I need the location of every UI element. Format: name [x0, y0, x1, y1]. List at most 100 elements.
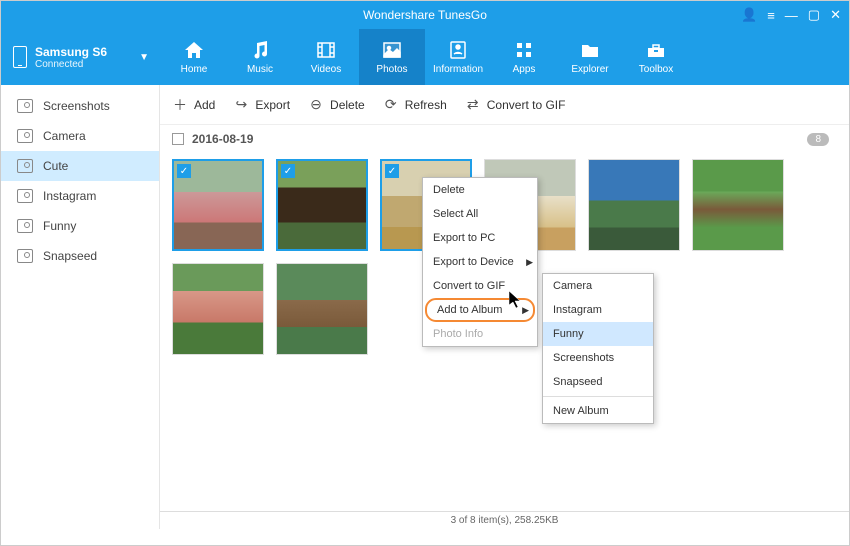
user-icon[interactable]: 👤: [741, 7, 757, 23]
nav-explorer[interactable]: Explorer: [557, 29, 623, 85]
minimize-icon[interactable]: —: [785, 8, 798, 23]
thumbnail[interactable]: [276, 263, 368, 355]
submenu-item-camera[interactable]: Camera: [543, 274, 653, 298]
convert-icon: ⇄: [465, 97, 481, 113]
date-checkbox[interactable]: [172, 133, 184, 145]
sidebar-item-funny[interactable]: Funny: [1, 211, 159, 241]
info-icon: [447, 40, 469, 60]
menu-item-export-to-pc[interactable]: Export to PC: [423, 226, 537, 250]
sidebar-item-cute[interactable]: Cute: [1, 151, 159, 181]
nav-label: Apps: [513, 64, 536, 75]
nav-music[interactable]: Music: [227, 29, 293, 85]
explorer-icon: [579, 40, 601, 60]
thumbnail-image: [277, 264, 367, 354]
thumbnail[interactable]: [692, 159, 784, 251]
close-icon[interactable]: ✕: [830, 7, 841, 23]
maximize-icon[interactable]: ▢: [808, 7, 820, 23]
sidebar-label: Snapseed: [43, 249, 97, 263]
refresh-icon: ⟳: [383, 97, 399, 113]
thumbnail[interactable]: ✓: [172, 159, 264, 251]
nav-label: Toolbox: [639, 64, 673, 75]
check-icon: ✓: [177, 164, 191, 178]
sidebar-item-snapseed[interactable]: Snapseed: [1, 241, 159, 271]
nav-videos[interactable]: Videos: [293, 29, 359, 85]
menu-icon[interactable]: ≡: [767, 8, 775, 23]
date-text: 2016-08-19: [192, 132, 253, 146]
device-selector[interactable]: Samsung S6 Connected ▼: [1, 29, 161, 85]
thumbnail[interactable]: [172, 263, 264, 355]
refresh-button[interactable]: ⟳Refresh: [383, 97, 447, 113]
submenu-item-instagram[interactable]: Instagram: [543, 298, 653, 322]
check-icon: ✓: [385, 164, 399, 178]
camera-icon: [17, 99, 33, 113]
menu-item-convert-to-gif[interactable]: Convert to GIF: [423, 274, 537, 298]
add-button[interactable]: ＋Add: [172, 97, 215, 113]
toolbar: ＋Add ↪Export ⊖Delete ⟳Refresh ⇄Convert t…: [160, 85, 849, 125]
nav-info[interactable]: Information: [425, 29, 491, 85]
export-icon: ↪: [233, 97, 249, 113]
convert-button[interactable]: ⇄Convert to GIF: [465, 97, 566, 113]
thumbnail[interactable]: [588, 159, 680, 251]
thumbnail-image: [173, 264, 263, 354]
plus-icon: ＋: [172, 97, 188, 113]
device-text: Samsung S6 Connected: [35, 45, 131, 70]
menu-item-select-all[interactable]: Select All: [423, 202, 537, 226]
titlebar: Wondershare TunesGo 👤 ≡ — ▢ ✕: [1, 1, 849, 29]
date-count-badge: 8: [807, 133, 829, 146]
menu-item-delete[interactable]: Delete: [423, 178, 537, 202]
photos-icon: [381, 40, 403, 60]
nav-label: Photos: [376, 64, 407, 75]
nav-apps[interactable]: Apps: [491, 29, 557, 85]
submenu-item-snapseed[interactable]: Snapseed: [543, 370, 653, 394]
phone-icon: [13, 46, 27, 68]
menu-separator: [543, 396, 653, 397]
submenu-item-new-album[interactable]: New Album: [543, 399, 653, 423]
thumbnail-image: [589, 160, 679, 250]
thumbnail-grid: ✓ ✓ ✓ DeleteSelect AllExport to PCExport to…: [160, 153, 849, 511]
context-menu[interactable]: DeleteSelect AllExport to PCExport to De…: [422, 177, 538, 347]
submenu-arrow-icon: ▶: [526, 257, 533, 268]
submenu[interactable]: CameraInstagramFunnyScreenshotsSnapseed N…: [542, 273, 654, 424]
date-header: 2016-08-19 8: [160, 125, 849, 153]
sidebar-item-instagram[interactable]: Instagram: [1, 181, 159, 211]
sidebar-item-camera[interactable]: Camera: [1, 121, 159, 151]
thumbnail[interactable]: ✓: [276, 159, 368, 251]
device-name: Samsung S6: [35, 45, 131, 59]
nav-label: Music: [247, 64, 273, 75]
app-title: Wondershare TunesGo: [363, 8, 487, 22]
menu-item-export-to-device[interactable]: Export to Device▶: [423, 250, 537, 274]
toolbox-icon: [645, 40, 667, 60]
menu-item-add-to-album[interactable]: Add to Album▶: [425, 298, 535, 322]
export-button[interactable]: ↪Export: [233, 97, 290, 113]
sidebar-label: Camera: [43, 129, 86, 143]
apps-icon: [513, 40, 535, 60]
videos-icon: [315, 40, 337, 60]
menu-item-photo-info: Photo Info: [423, 322, 537, 346]
home-icon: [183, 40, 205, 60]
chevron-down-icon: ▼: [139, 52, 149, 63]
sidebar-label: Instagram: [43, 189, 96, 203]
nav-label: Information: [433, 64, 483, 75]
sidebar-label: Funny: [43, 219, 76, 233]
window-controls: 👤 ≡ — ▢ ✕: [741, 1, 841, 29]
sidebar: Screenshots Camera Cute Instagram Funny Snaps…: [1, 85, 160, 529]
statusbar: 3 of 8 item(s), 258.25KB: [160, 511, 849, 529]
delete-button[interactable]: ⊖Delete: [308, 97, 365, 113]
music-icon: [249, 40, 271, 60]
thumbnail-image: [693, 160, 783, 250]
nav-home[interactable]: Home: [161, 29, 227, 85]
navbar: Home Music Videos Photos Information Apps Expl…: [161, 29, 849, 85]
sidebar-item-screenshots[interactable]: Screenshots: [1, 91, 159, 121]
header: Samsung S6 Connected ▼ Home Music Videos Ph…: [1, 29, 849, 85]
submenu-item-funny[interactable]: Funny: [543, 322, 653, 346]
camera-icon: [17, 189, 33, 203]
camera-icon: [17, 159, 33, 173]
sidebar-label: Cute: [43, 159, 68, 173]
submenu-item-screenshots[interactable]: Screenshots: [543, 346, 653, 370]
nav-toolbox[interactable]: Toolbox: [623, 29, 689, 85]
status-text: 3 of 8 item(s), 258.25KB: [451, 515, 559, 526]
nav-photos[interactable]: Photos: [359, 29, 425, 85]
nav-label: Videos: [311, 64, 341, 75]
device-status: Connected: [35, 59, 131, 70]
camera-icon: [17, 219, 33, 233]
